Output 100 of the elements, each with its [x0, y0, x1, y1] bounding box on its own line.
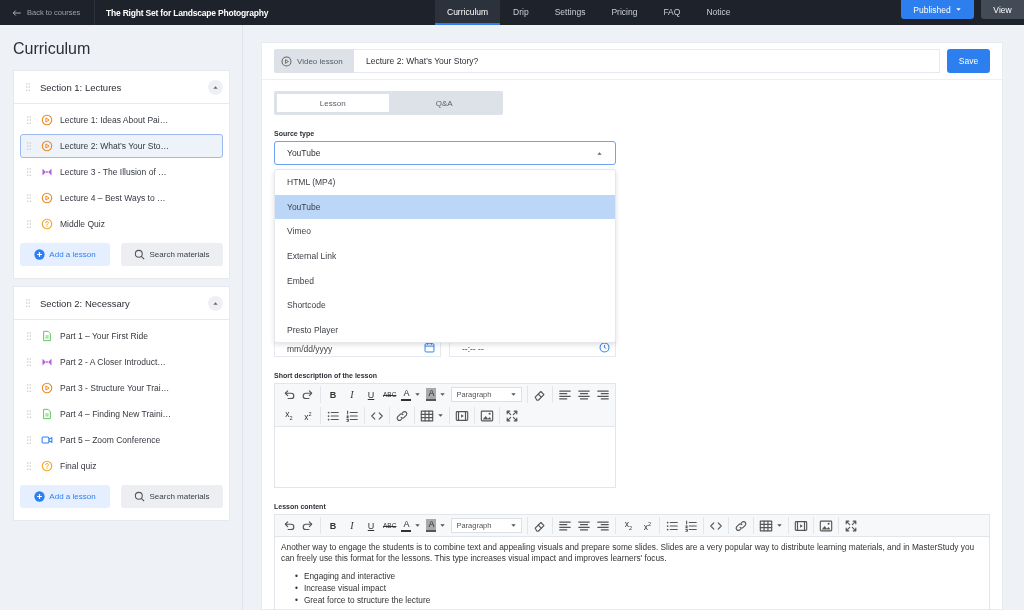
caret-icon [596, 149, 603, 157]
numbered-list-icon[interactable] [345, 408, 359, 423]
calendar-icon [424, 342, 435, 353]
source-type-select[interactable]: YouTube [274, 141, 616, 165]
nav-tab[interactable]: Drip [500, 0, 542, 25]
lesson-item[interactable]: Lecture 2: What’s Your Sto… [20, 134, 223, 158]
drag-handle-icon[interactable] [23, 298, 33, 308]
play-circle-icon [281, 55, 292, 67]
caret-icon [954, 6, 962, 13]
lesson-item[interactable]: Final quiz [20, 454, 223, 478]
align-center-icon[interactable] [577, 518, 592, 533]
superscript-button[interactable]: x$^{2}$ [640, 517, 655, 534]
lesson-item[interactable]: Lecture 4 – Best Ways to … [20, 186, 223, 210]
publish-button[interactable]: Published [901, 0, 974, 19]
dropdown-option[interactable]: YouTube [275, 194, 615, 220]
nav-tab[interactable]: Curriculum [435, 0, 501, 25]
align-center-icon[interactable] [577, 387, 592, 402]
table-button[interactable] [759, 518, 784, 533]
undo-icon[interactable] [282, 518, 296, 533]
lesson-item[interactable]: Middle Quiz [20, 212, 223, 236]
drag-handle-icon[interactable] [24, 435, 34, 445]
align-left-icon[interactable] [558, 387, 573, 402]
align-left-icon[interactable] [558, 518, 573, 533]
dropdown-option[interactable]: Shortcode [275, 292, 615, 318]
link-icon[interactable] [734, 518, 749, 533]
nav-tab[interactable]: FAQ [650, 0, 694, 25]
lesson-item[interactable]: Part 1 – Your First Ride [20, 324, 223, 348]
fullscreen-icon[interactable] [844, 518, 859, 533]
lesson-title: Part 5 – Zoom Conference [60, 435, 161, 445]
nav-tab[interactable]: Notice [693, 0, 744, 25]
drag-handle-icon[interactable] [24, 193, 34, 203]
search-materials-button[interactable]: Search materials [121, 243, 223, 266]
undo-icon[interactable] [282, 387, 296, 402]
lesson-tab[interactable]: Lesson [277, 94, 389, 112]
list-item: Engaging and interactive [303, 570, 396, 582]
fullscreen-icon[interactable] [505, 408, 519, 423]
media-icon[interactable] [794, 518, 809, 533]
broadcast-icon [41, 356, 53, 368]
dropdown-option[interactable]: Embed [275, 268, 615, 293]
image-icon[interactable] [480, 408, 494, 423]
image-icon[interactable] [819, 518, 834, 533]
search-materials-button[interactable]: Search materials [121, 485, 223, 508]
underline-button[interactable]: U [364, 387, 378, 402]
add-lesson-button[interactable]: Add a lesson [20, 243, 110, 266]
caret-icon [776, 522, 784, 529]
lesson-item[interactable]: Part 5 – Zoom Conference [20, 428, 223, 452]
link-icon[interactable] [395, 408, 409, 423]
bold-button[interactable]: B [326, 387, 340, 402]
bold-button[interactable]: B [326, 518, 340, 533]
broadcast-icon [41, 166, 53, 178]
lesson-title: Part 2 - A Closer Introduct… [60, 357, 166, 367]
drag-handle-icon[interactable] [24, 141, 34, 151]
text-color-button[interactable]: A [401, 388, 422, 401]
lesson-title: Lecture 4 – Best Ways to … [60, 193, 166, 203]
drag-handle-icon[interactable] [24, 167, 34, 177]
italic-button[interactable]: I [345, 518, 359, 533]
video-camera-icon [41, 434, 53, 446]
lesson-item[interactable]: Lecture 3 - The Illusion of … [20, 160, 223, 184]
nav-tab[interactable]: Pricing [598, 0, 651, 25]
play-circle-icon [41, 114, 53, 126]
drag-handle-icon[interactable] [24, 115, 34, 125]
lesson-item[interactable]: Lecture 1: Ideas About Pai… [20, 108, 223, 132]
lesson-title-field[interactable]: Lecture 2: What’s Your Story? [354, 49, 940, 73]
numbered-list-icon[interactable] [684, 518, 699, 533]
text-color-button[interactable]: A [401, 519, 422, 532]
drag-handle-icon[interactable] [23, 82, 33, 92]
dropdown-option[interactable]: HTML (MP4) [275, 170, 615, 195]
subscript-button[interactable]: x$_{2}$ [282, 406, 296, 425]
align-right-icon[interactable] [596, 387, 611, 402]
italic-button[interactable]: I [345, 387, 359, 402]
redo-icon[interactable] [301, 518, 315, 533]
drag-handle-icon[interactable] [24, 461, 34, 471]
drag-handle-icon[interactable] [24, 357, 34, 367]
nav-tab[interactable]: Settings [541, 0, 599, 25]
drag-handle-icon[interactable] [24, 331, 34, 341]
lesson-item[interactable]: Part 3 - Structure Your Trai… [20, 376, 223, 400]
clock-icon [599, 342, 610, 353]
save-button[interactable]: Save [947, 49, 990, 73]
underline-button[interactable]: U [364, 518, 378, 533]
lesson-item[interactable]: Part 4 – Finding New Traini… [20, 402, 223, 426]
lesson-tab[interactable]: Q&A [388, 94, 500, 112]
superscript-button[interactable]: x$^{2}$ [301, 407, 315, 424]
drag-handle-icon[interactable] [24, 409, 34, 419]
dropdown-option[interactable]: Vimeo [275, 219, 615, 244]
caret-icon [439, 391, 447, 398]
collapse-button[interactable] [208, 79, 223, 95]
media-icon[interactable] [455, 408, 469, 423]
add-lesson-button[interactable]: Add a lesson [20, 485, 110, 508]
table-button[interactable] [420, 408, 444, 423]
align-right-icon[interactable] [596, 518, 611, 533]
view-button[interactable]: View [981, 0, 1024, 19]
dropdown-option[interactable]: External Link [275, 243, 615, 269]
collapse-button[interactable] [208, 295, 223, 311]
drag-handle-icon[interactable] [24, 383, 34, 393]
section-title: Section 2: Necessary [40, 297, 131, 309]
lesson-title: Lecture 1: Ideas About Pai… [60, 115, 169, 125]
lesson-item[interactable]: Part 2 - A Closer Introduct… [20, 350, 223, 374]
redo-icon[interactable] [301, 387, 315, 402]
subscript-button[interactable]: x$_{2}$ [621, 516, 636, 535]
drag-handle-icon[interactable] [24, 219, 34, 229]
